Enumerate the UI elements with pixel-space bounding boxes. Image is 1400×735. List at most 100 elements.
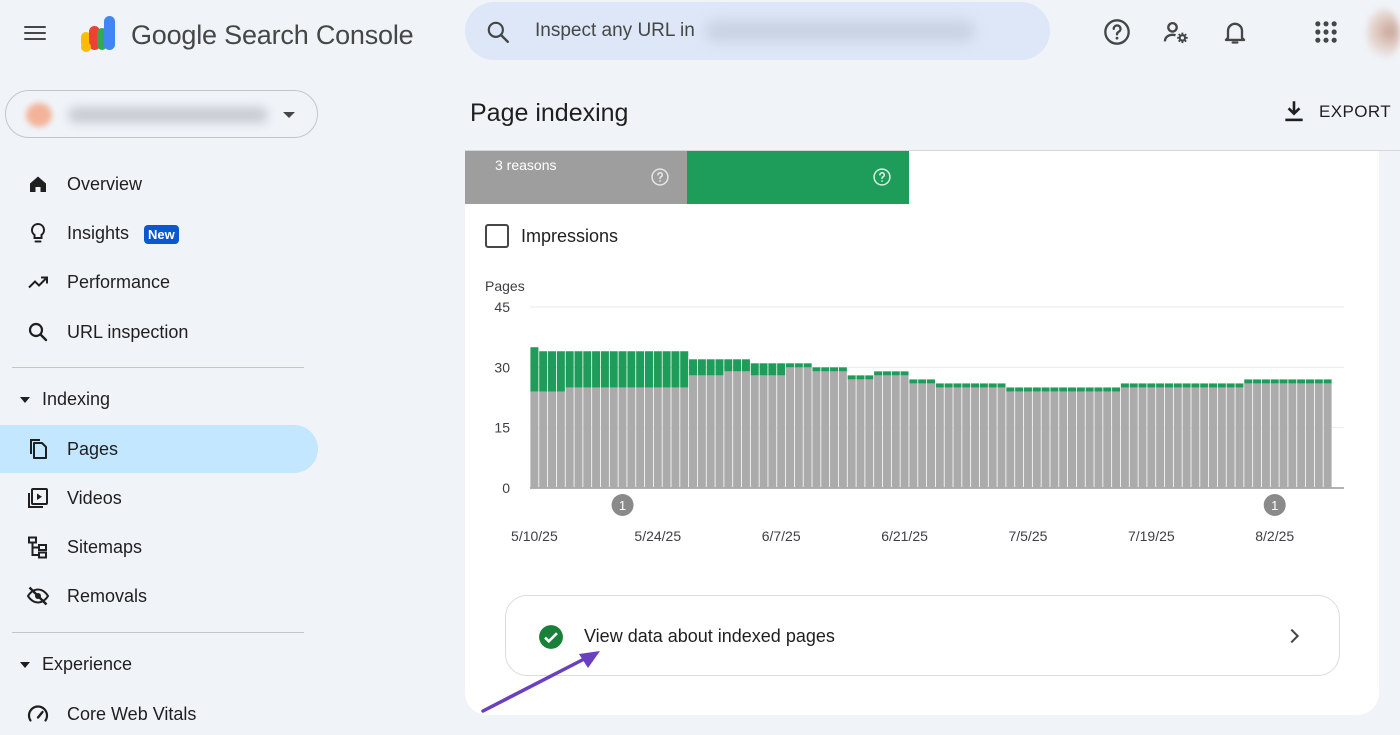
sidebar-item-core-web-vitals[interactable]: Core Web Vitals xyxy=(0,690,318,735)
bar-indexed xyxy=(750,363,759,376)
bar-not-indexed xyxy=(724,371,733,488)
bar-indexed xyxy=(803,363,812,368)
sidebar-item-label: Videos xyxy=(67,488,122,508)
bar-indexed xyxy=(1112,387,1121,392)
bar-not-indexed xyxy=(636,387,645,488)
bar-not-indexed xyxy=(830,371,839,488)
impressions-checkbox[interactable] xyxy=(485,224,509,248)
view-indexed-pages-link[interactable]: View data about indexed pages xyxy=(505,595,1340,676)
bar-indexed xyxy=(944,383,953,388)
bar-indexed xyxy=(618,351,627,388)
bar-indexed xyxy=(574,351,583,388)
bar-not-indexed xyxy=(874,375,883,488)
property-selector[interactable] xyxy=(5,90,318,138)
dropdown-arrow-icon xyxy=(283,112,295,118)
help-outline-icon[interactable] xyxy=(650,167,670,187)
bar-not-indexed xyxy=(803,367,812,488)
bar-not-indexed xyxy=(1068,391,1077,488)
y-tick-label: 15 xyxy=(494,420,510,436)
sidebar-item-pages[interactable]: Pages xyxy=(0,425,318,473)
bar-indexed xyxy=(1209,383,1218,388)
export-button[interactable]: EXPORT xyxy=(1281,96,1391,128)
bar-not-indexed xyxy=(689,375,698,488)
bar-not-indexed xyxy=(988,387,997,488)
bar-indexed xyxy=(1217,383,1226,388)
bar-indexed xyxy=(838,367,847,372)
bar-indexed xyxy=(918,379,927,384)
not-indexed-summary-tab[interactable]: 3 reasons xyxy=(465,151,687,204)
bar-not-indexed xyxy=(548,391,557,488)
help-icon[interactable] xyxy=(1103,18,1131,46)
bar-indexed xyxy=(1032,387,1041,392)
sidebar-item-performance[interactable]: Performance xyxy=(0,258,318,306)
y-axis-label: Pages xyxy=(485,278,525,294)
section-label: Experience xyxy=(42,654,133,674)
bar-indexed xyxy=(741,359,750,372)
search-console-logo[interactable] xyxy=(78,14,120,54)
bar-indexed xyxy=(689,359,698,376)
apps-grid-icon[interactable] xyxy=(1312,18,1340,46)
bar-not-indexed xyxy=(530,391,539,488)
sidebar-item-sitemaps[interactable]: Sitemaps xyxy=(0,523,318,571)
bar-not-indexed xyxy=(785,367,794,488)
bar-not-indexed xyxy=(680,387,689,488)
bar-not-indexed xyxy=(1103,391,1112,488)
bar-not-indexed xyxy=(1059,391,1068,488)
sidebar-item-url-inspection[interactable]: URL inspection xyxy=(0,308,318,356)
home-icon xyxy=(30,176,46,192)
admin-settings-icon[interactable] xyxy=(1162,18,1190,46)
bar-not-indexed xyxy=(583,387,592,488)
bar-not-indexed xyxy=(777,375,786,488)
bar-indexed xyxy=(1270,379,1279,384)
bar-indexed xyxy=(609,351,618,388)
search-icon xyxy=(487,21,509,43)
bar-not-indexed xyxy=(1288,383,1297,488)
new-badge: New xyxy=(144,225,179,244)
bar-not-indexed xyxy=(926,383,936,488)
bar-indexed xyxy=(539,351,548,392)
bar-not-indexed xyxy=(1032,391,1041,488)
bar-not-indexed xyxy=(1129,387,1138,488)
bar-not-indexed xyxy=(1270,383,1279,488)
search-input[interactable] xyxy=(535,16,705,46)
bar-not-indexed xyxy=(618,387,627,488)
section-indexing[interactable]: Indexing xyxy=(0,381,318,417)
account-avatar[interactable] xyxy=(1366,8,1400,60)
bar-not-indexed xyxy=(627,387,636,488)
bar-not-indexed xyxy=(1279,383,1288,488)
bar-not-indexed xyxy=(644,387,653,488)
bar-not-indexed xyxy=(812,371,821,488)
bar-indexed xyxy=(1023,387,1032,392)
bar-not-indexed xyxy=(592,387,601,488)
app-title: Google Search Console xyxy=(131,20,414,50)
bar-indexed xyxy=(1173,383,1182,388)
bar-not-indexed xyxy=(1297,383,1306,488)
bar-indexed xyxy=(882,371,891,376)
bar-not-indexed xyxy=(891,375,900,488)
bar-not-indexed xyxy=(794,367,803,488)
bar-indexed xyxy=(891,371,900,376)
bar-not-indexed xyxy=(882,375,891,488)
sidebar-item-label: Performance xyxy=(67,272,171,292)
help-outline-icon[interactable] xyxy=(872,167,892,187)
sidebar-item-removals[interactable]: Removals xyxy=(0,572,318,620)
video-library-icon xyxy=(28,488,48,508)
sidebar-item-videos[interactable]: Videos xyxy=(0,474,318,522)
indexed-summary-tab[interactable] xyxy=(687,151,909,204)
sidebar-item-overview[interactable]: Overview xyxy=(0,160,318,208)
y-tick-label: 0 xyxy=(502,480,510,496)
sidebar-divider xyxy=(12,367,304,368)
property-favicon xyxy=(26,103,52,127)
bar-indexed xyxy=(1191,383,1200,388)
main-menu-icon[interactable] xyxy=(24,22,52,50)
bar-indexed xyxy=(777,363,786,376)
bar-not-indexed xyxy=(1041,391,1050,488)
redacted-property-name xyxy=(68,107,268,123)
bar-not-indexed xyxy=(1305,383,1314,488)
notifications-icon[interactable] xyxy=(1221,18,1249,46)
bar-indexed xyxy=(1138,383,1147,388)
bar-not-indexed xyxy=(1217,387,1226,488)
sidebar-item-insights[interactable]: Insights New xyxy=(0,209,318,257)
url-inspection-search[interactable] xyxy=(465,2,1050,60)
section-experience[interactable]: Experience xyxy=(0,646,318,682)
